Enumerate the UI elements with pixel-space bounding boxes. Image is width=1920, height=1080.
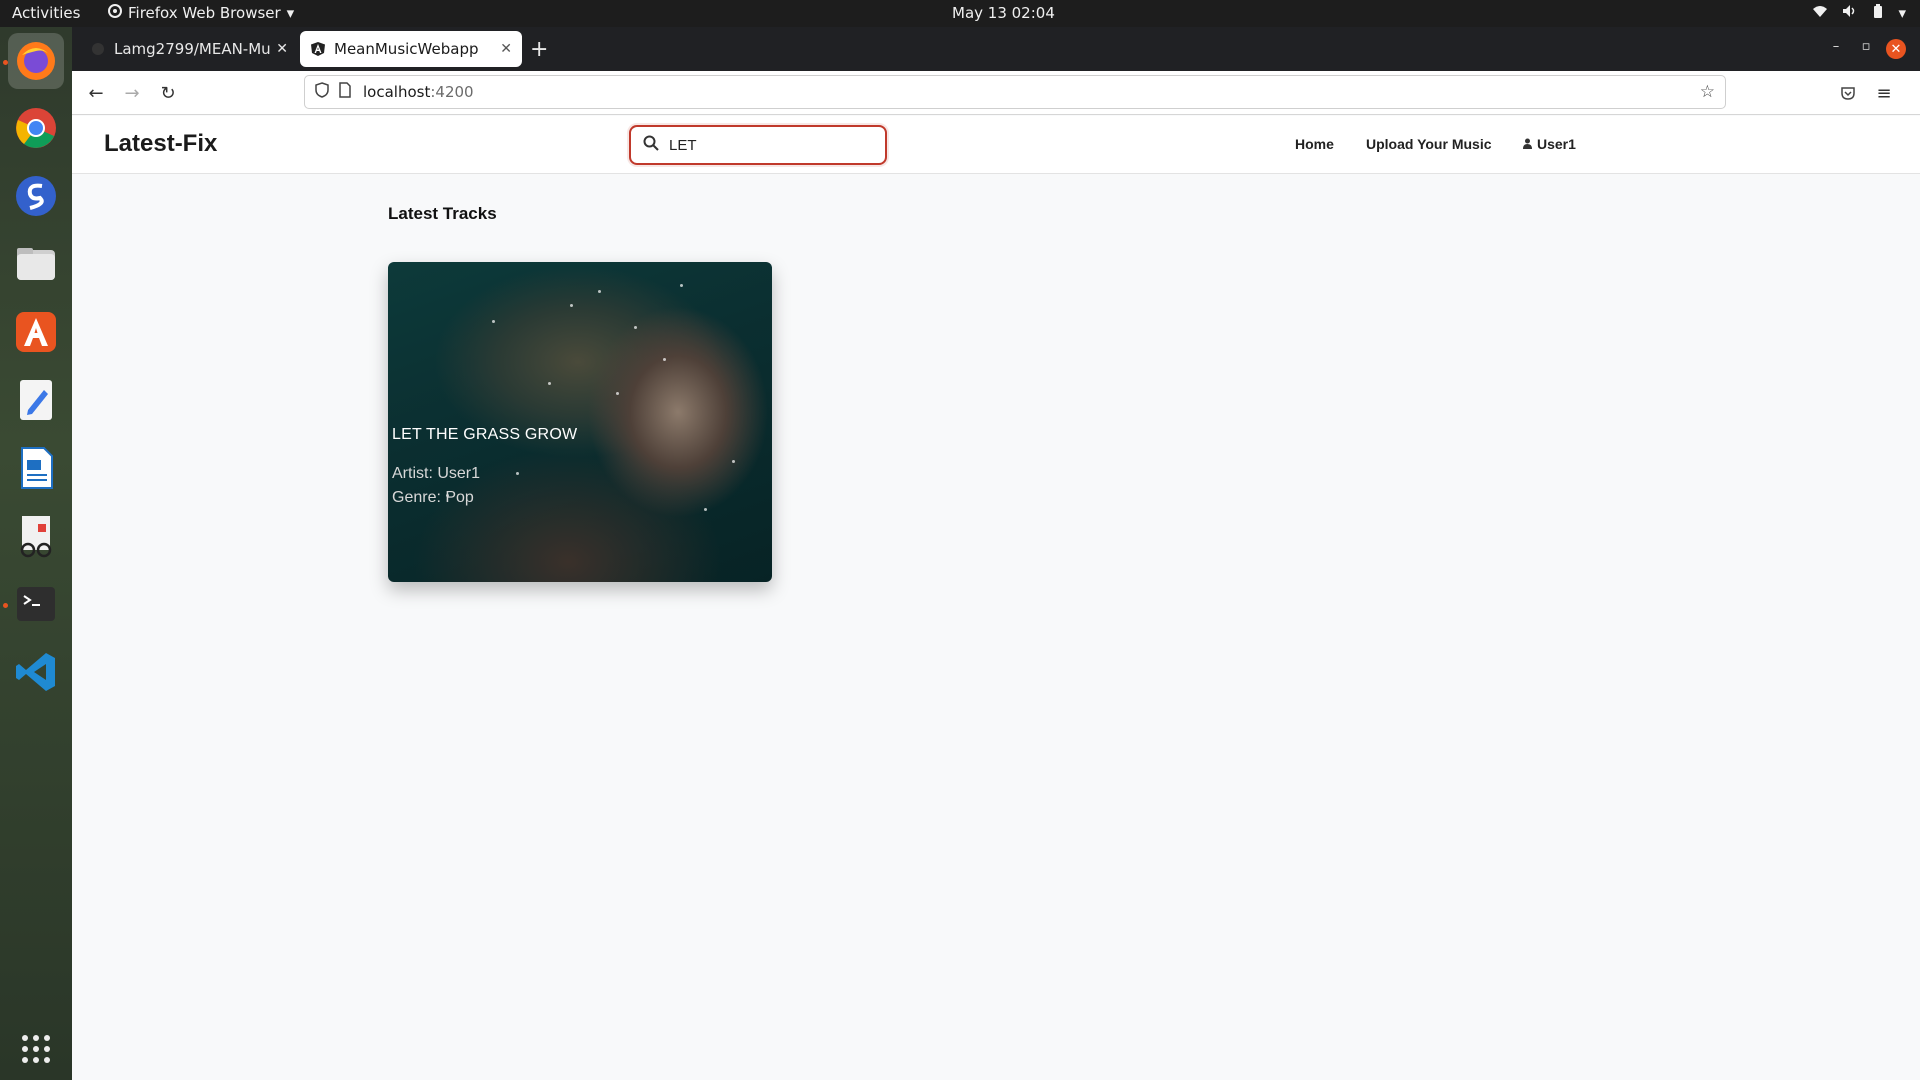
search-icon xyxy=(643,135,659,155)
search-box[interactable] xyxy=(629,125,887,165)
nav-home-link[interactable]: Home xyxy=(1295,136,1334,152)
nav-upload-link[interactable]: Upload Your Music xyxy=(1366,136,1492,152)
dock-vscode-icon[interactable] xyxy=(8,644,64,700)
dock-app-center-icon[interactable] xyxy=(8,304,64,360)
tab-title: MeanMusicWebapp xyxy=(334,40,479,58)
page-icon[interactable] xyxy=(339,82,351,102)
url-host: localhost xyxy=(363,83,431,101)
dock-terminal-icon[interactable] xyxy=(8,576,64,632)
dock-writer-icon[interactable] xyxy=(8,440,64,496)
system-top-bar: Activities Firefox Web Browser ▾ May 13 … xyxy=(0,0,1920,27)
angular-icon xyxy=(310,41,326,57)
dock-document-viewer-icon[interactable] xyxy=(8,508,64,564)
activities-button[interactable]: Activities xyxy=(12,4,80,22)
track-card[interactable]: LET THE GRASS GROW Artist: User1 Genre: … xyxy=(388,262,772,582)
track-info: LET THE GRASS GROW Artist: User1 Genre: … xyxy=(392,426,577,510)
section-title: Latest Tracks xyxy=(388,204,497,223)
app-menu[interactable]: Firefox Web Browser ▾ xyxy=(108,4,294,22)
new-tab-plus-icon[interactable]: + xyxy=(530,37,548,62)
dock-running-indicator xyxy=(3,603,8,608)
back-arrow-icon[interactable]: ← xyxy=(84,81,108,105)
pocket-icon[interactable] xyxy=(1836,81,1860,105)
close-tab-icon[interactable]: ✕ xyxy=(500,41,512,57)
minimize-icon[interactable]: – xyxy=(1826,39,1846,54)
nav-user-link[interactable]: User1 xyxy=(1522,136,1576,152)
dock-text-editor-icon[interactable] xyxy=(8,372,64,428)
tab-bar: Lamg2799/MEAN-Music- ✕ MeanMusicWebapp ✕… xyxy=(72,27,1920,71)
battery-icon xyxy=(1872,4,1884,22)
restore-icon[interactable]: ▫ xyxy=(1856,39,1876,54)
tab-github[interactable]: Lamg2799/MEAN-Music- ✕ xyxy=(80,31,298,67)
chevron-down-icon: ▾ xyxy=(286,4,295,22)
track-artist: Artist: User1 xyxy=(392,465,481,482)
track-title: LET THE GRASS GROW xyxy=(392,426,578,443)
clock[interactable]: May 13 02:04 xyxy=(952,4,1055,22)
nav-user-label: User1 xyxy=(1537,136,1576,152)
shield-icon[interactable] xyxy=(315,82,329,102)
bookmark-star-icon[interactable]: ☆ xyxy=(1700,82,1715,102)
tab-mean-music[interactable]: MeanMusicWebapp ✕ xyxy=(300,31,522,67)
site-header: Latest-Fix Home Upload Your Music User1 xyxy=(72,116,1920,174)
dock xyxy=(0,27,72,1080)
dock-simplenote-icon[interactable] xyxy=(8,168,64,224)
dock-files-icon[interactable] xyxy=(8,236,64,292)
dock-running-indicator xyxy=(3,60,8,65)
forward-arrow-icon[interactable]: → xyxy=(120,81,144,105)
wifi-icon xyxy=(1812,4,1828,22)
show-applications-icon[interactable] xyxy=(8,1021,64,1077)
firefox-small-icon xyxy=(108,4,122,22)
github-icon xyxy=(90,41,106,57)
user-icon xyxy=(1522,136,1533,152)
dock-firefox-icon[interactable] xyxy=(8,33,64,89)
search-input[interactable] xyxy=(669,136,859,154)
system-tray[interactable]: ▾ xyxy=(1812,4,1906,22)
track-genre: Genre: Pop xyxy=(392,489,474,506)
track-cover-image xyxy=(388,262,772,582)
url-bar[interactable]: localhost:4200 ☆ xyxy=(304,75,1726,109)
volume-icon xyxy=(1842,4,1858,22)
tab-title: Lamg2799/MEAN-Music- xyxy=(114,40,271,58)
url-port: :4200 xyxy=(430,83,474,101)
site-brand[interactable]: Latest-Fix xyxy=(104,130,217,158)
web-page: Latest-Fix Home Upload Your Music User1 … xyxy=(72,116,1920,1080)
close-tab-icon[interactable]: ✕ xyxy=(276,41,288,57)
power-menu-chevron-icon: ▾ xyxy=(1898,4,1906,22)
firefox-window: Lamg2799/MEAN-Music- ✕ MeanMusicWebapp ✕… xyxy=(72,27,1920,1080)
dock-chrome-icon[interactable] xyxy=(8,100,64,156)
navigation-toolbar: ← → ↻ localhost:4200 ☆ ≡ xyxy=(72,71,1920,115)
app-menu-label: Firefox Web Browser xyxy=(128,4,281,22)
hamburger-menu-icon[interactable]: ≡ xyxy=(1872,81,1896,105)
reload-icon[interactable]: ↻ xyxy=(156,81,180,105)
close-window-icon[interactable]: ✕ xyxy=(1886,39,1906,59)
